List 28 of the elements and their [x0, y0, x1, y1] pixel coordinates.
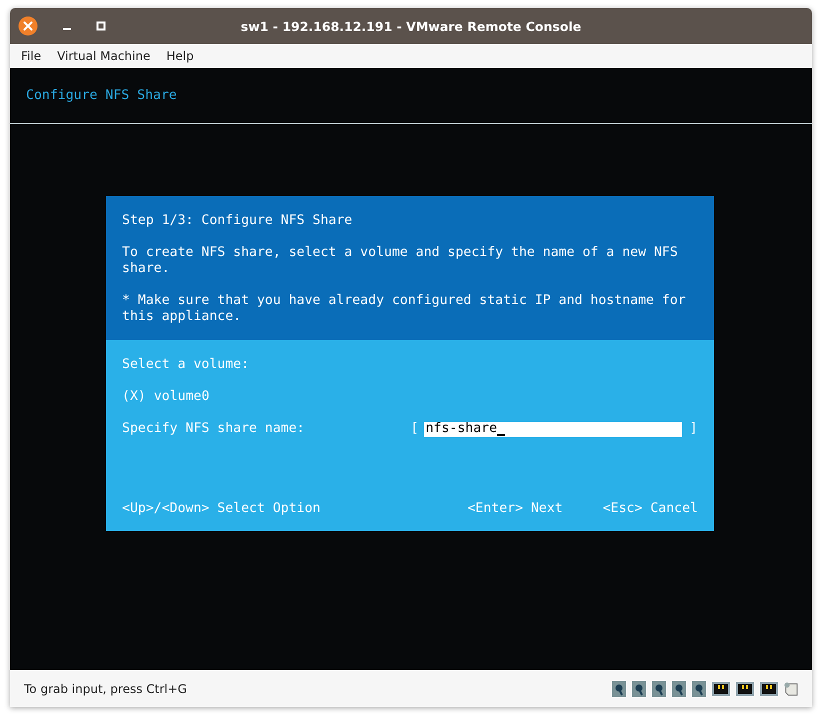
menu-item[interactable]: Virtual Machine	[49, 49, 158, 63]
status-text: To grab input, press Ctrl+G	[24, 682, 187, 696]
drive-icon[interactable]	[632, 680, 646, 696]
description-text: To create NFS share, select a volume and specify the name of a new NFS share.	[122, 245, 679, 277]
drive-icon[interactable]	[612, 680, 626, 696]
bracket: [	[410, 421, 419, 437]
window-title: sw1 - 192.168.12.191 - VMware Remote Console	[240, 18, 582, 34]
key-hint: <Up>/<Down> Select Option	[122, 501, 320, 517]
menu-item[interactable]: Help	[158, 49, 202, 63]
menu-item[interactable]: File	[13, 49, 50, 63]
dialog-title: Step 1/3: Configure NFS Share	[122, 213, 354, 229]
network-port-icon[interactable]	[736, 682, 754, 696]
share-name-label: Specify NFS share name:	[122, 421, 305, 437]
note-icon[interactable]	[784, 680, 798, 696]
share-name-field[interactable]: nfs-share	[424, 422, 682, 436]
drive-icon[interactable]	[652, 680, 666, 696]
network-port-icon[interactable]	[712, 682, 730, 696]
drive-icon[interactable]	[672, 680, 686, 696]
maximize-icon[interactable]	[96, 21, 106, 31]
network-port-icon[interactable]	[760, 682, 778, 696]
drive-icon[interactable]	[692, 680, 706, 696]
key-hint: <Esc> Cancel	[602, 501, 698, 517]
screen-header: Configure NFS Share	[26, 88, 177, 104]
close-icon[interactable]	[18, 16, 38, 36]
key-hint: <Enter> Next	[467, 501, 563, 517]
bracket: ]	[690, 421, 698, 437]
note-text: * Make sure that you have already configured static IP and hostname for this appliance.	[122, 293, 687, 325]
volume-label: Select a volume:	[122, 357, 250, 373]
